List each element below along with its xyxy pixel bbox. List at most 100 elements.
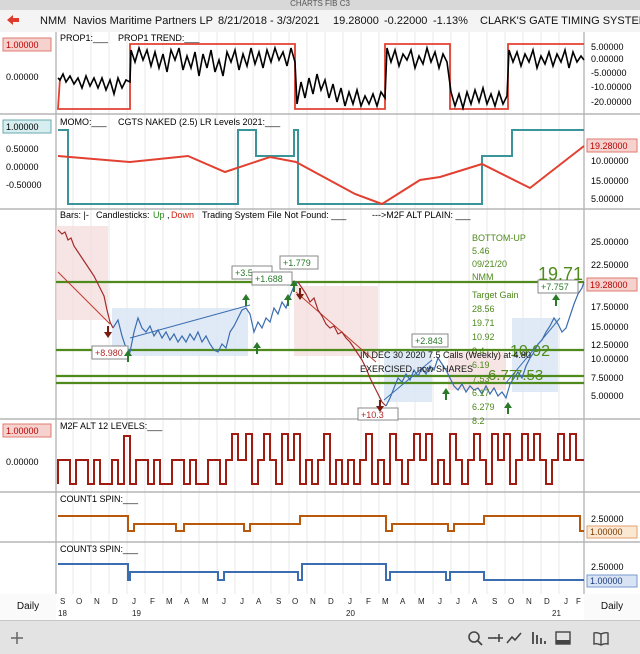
prop1-tick-2: -5.00000 bbox=[591, 68, 627, 78]
month-5: F bbox=[150, 597, 155, 606]
year-3: 21 bbox=[552, 609, 561, 618]
timeframe-right[interactable]: Daily bbox=[584, 594, 640, 620]
box-label-0: +3.5 bbox=[235, 268, 253, 278]
month-12: S bbox=[276, 597, 281, 606]
timeframe-left[interactable]: Daily bbox=[0, 594, 56, 620]
search-icon[interactable] bbox=[466, 629, 484, 647]
prop1-panel: PROP1:___ PROP1 TREND:___ 1.00000 0.0000… bbox=[2, 33, 632, 112]
target-gain-3: 10.92 bbox=[472, 332, 495, 342]
m2f-left-top: 1.00000 bbox=[6, 426, 39, 436]
price-badge: 19.28000 bbox=[590, 280, 628, 290]
momo-right-tick-2: 5.00000 bbox=[591, 194, 624, 204]
add-icon[interactable] bbox=[8, 629, 26, 647]
month-4: J bbox=[132, 597, 136, 606]
momo-right-tick-1: 10.00000 bbox=[591, 156, 629, 166]
month-20: M bbox=[418, 597, 425, 606]
month-25: O bbox=[508, 597, 514, 606]
price-tick-4: 12.50000 bbox=[591, 340, 629, 350]
price-tick-7: 5.00000 bbox=[591, 391, 624, 401]
target-gain-2: 19.71 bbox=[472, 318, 495, 328]
month-14: N bbox=[310, 597, 316, 606]
count1-label: COUNT1 SPIN:___ bbox=[60, 494, 139, 504]
target-gain-9: 8.2 bbox=[472, 416, 485, 426]
momo-right-tick-0: 15.00000 bbox=[591, 176, 629, 186]
candles-label: Candlesticks: bbox=[96, 210, 150, 220]
m2f-label: M2F ALT 12 LEVELS:___ bbox=[60, 421, 163, 431]
price-tick-5: 10.00000 bbox=[591, 354, 629, 364]
count3-label: COUNT3 SPIN:___ bbox=[60, 544, 139, 554]
month-9: J bbox=[222, 597, 226, 606]
month-1: O bbox=[76, 597, 82, 606]
year-0: 18 bbox=[58, 609, 67, 618]
trading-system-label: Trading System File Not Found: ___ bbox=[202, 210, 347, 220]
x-axis: S O N D J F M A M J J A S O N D J F M A bbox=[56, 594, 584, 620]
target-gain-6: 7.53 bbox=[472, 374, 490, 384]
chart-area[interactable]: PROP1:___ PROP1 TREND:___ 1.00000 0.0000… bbox=[0, 32, 640, 594]
box-label-4: +2.843 bbox=[415, 336, 443, 346]
price-tick-0: 25.00000 bbox=[591, 237, 629, 247]
target-gain-0: Target Gain bbox=[472, 290, 519, 300]
month-27: D bbox=[544, 597, 550, 606]
price-change: -0.22000 bbox=[384, 15, 428, 27]
prop1-label: PROP1:___ bbox=[60, 33, 109, 43]
momo-label: MOMO:___ bbox=[60, 117, 108, 127]
trade-note-1: EXERCISED. now SHARES bbox=[360, 364, 473, 374]
big-label-3: 7.53 bbox=[514, 367, 543, 384]
target-gain-8: 6.279 bbox=[472, 402, 495, 412]
candles-up-label: Up bbox=[153, 210, 165, 220]
month-24: S bbox=[492, 597, 497, 606]
panels-icon[interactable] bbox=[530, 629, 548, 647]
year-2: 20 bbox=[346, 609, 355, 618]
month-11: A bbox=[256, 597, 262, 606]
app-window: CHARTS FIB C3 NMM Navios Maritime Partne… bbox=[0, 0, 640, 654]
prop1-left-top: 1.00000 bbox=[6, 40, 39, 50]
target-gain-5: 6.19 bbox=[472, 360, 490, 370]
month-13: O bbox=[292, 597, 298, 606]
big-label-2: 6.77 bbox=[488, 367, 517, 384]
month-17: F bbox=[366, 597, 371, 606]
momo-price-badge: 19.28000 bbox=[590, 141, 628, 151]
prop1-tick-1: 0.00000 bbox=[591, 54, 624, 64]
quote-header: NMM Navios Maritime Partners LP 8/21/201… bbox=[0, 10, 640, 33]
momo-tick-3: -0.50000 bbox=[6, 180, 42, 190]
bottom-up-0: BOTTOM-UP bbox=[472, 233, 526, 243]
line-chart-icon[interactable] bbox=[505, 629, 523, 647]
symbol[interactable]: NMM bbox=[40, 15, 66, 27]
month-3: D bbox=[112, 597, 118, 606]
bottom-toolbar bbox=[0, 620, 640, 654]
month-10: J bbox=[240, 597, 244, 606]
system-name: CLARK'S GATE TIMING SYSTEM bbox=[480, 15, 640, 27]
window-title: CHARTS FIB C3 bbox=[290, 0, 350, 8]
box-label-1: +1.688 bbox=[255, 274, 283, 284]
date-range: 8/21/2018 - 3/3/2021 bbox=[218, 15, 320, 27]
price-tick-2: 17.50000 bbox=[591, 302, 629, 312]
month-7: A bbox=[184, 597, 190, 606]
last-price: 19.28000 bbox=[333, 15, 379, 27]
prop1-trend-label: PROP1 TREND:___ bbox=[118, 33, 200, 43]
month-21: J bbox=[438, 597, 442, 606]
month-0: S bbox=[60, 597, 65, 606]
share-arrow-icon[interactable] bbox=[6, 14, 20, 27]
box-label-3: +8.980 bbox=[95, 348, 123, 358]
month-19: A bbox=[400, 597, 406, 606]
candles-down-label: Down bbox=[171, 210, 194, 220]
price-tick-6: 7.50000 bbox=[591, 373, 624, 383]
month-6: M bbox=[166, 597, 173, 606]
momo-panel: MOMO:___ CGTS NAKED (2.5) LR Levels 2021… bbox=[2, 117, 638, 206]
candles-comma: , bbox=[167, 210, 170, 220]
month-23: A bbox=[472, 597, 478, 606]
box-label-5: +10.3 bbox=[361, 410, 384, 420]
month-22: J bbox=[456, 597, 460, 606]
month-29: F bbox=[576, 597, 581, 606]
box-label-2: +1.779 bbox=[283, 258, 311, 268]
count3-tick-1: 1.00000 bbox=[590, 576, 623, 586]
m2f-alt-plain-label: --->M2F ALT PLAIN: ___ bbox=[372, 210, 471, 220]
window-icon[interactable] bbox=[554, 629, 572, 647]
cgts-label: CGTS NAKED (2.5) LR Levels 2021:___ bbox=[118, 117, 281, 127]
month-15: D bbox=[328, 597, 334, 606]
percent-change: -1.13% bbox=[433, 15, 468, 27]
company-name: Navios Maritime Partners LP bbox=[73, 15, 213, 27]
book-icon[interactable] bbox=[592, 629, 610, 647]
bottom-up-3: NMM bbox=[472, 272, 494, 282]
count3-tick-0: 2.50000 bbox=[591, 562, 624, 572]
